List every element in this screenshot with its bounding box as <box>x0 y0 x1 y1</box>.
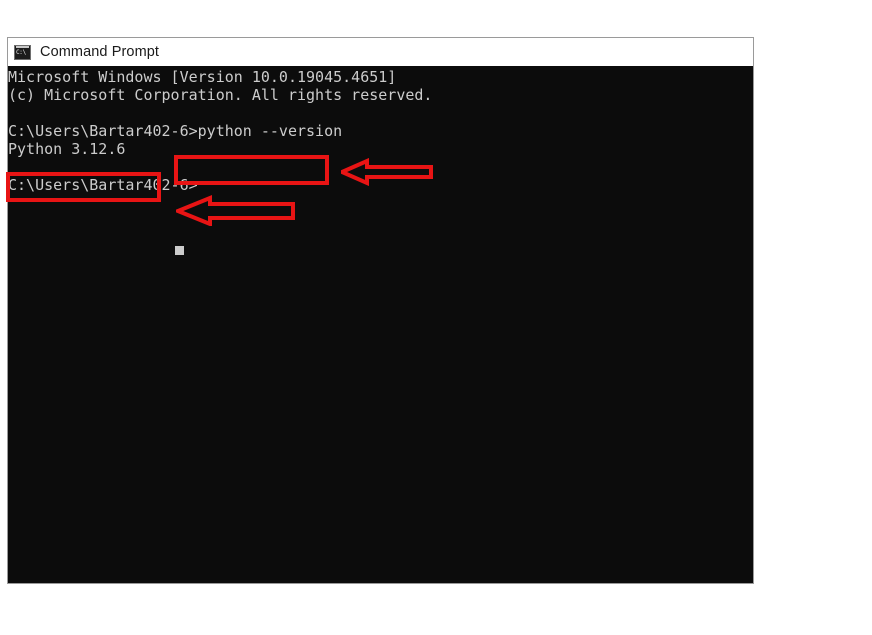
window-title-label: Command Prompt <box>40 44 160 60</box>
text-cursor-caret <box>175 246 184 255</box>
console-output-area[interactable]: Microsoft Windows [Version 10.0.19045.46… <box>8 66 753 583</box>
command-prompt-icon: C:\ <box>14 44 31 60</box>
command-prompt-window[interactable]: C:\ Command Prompt Microsoft Windows [Ve… <box>6 38 753 583</box>
window-title-bar[interactable]: C:\ Command Prompt <box>8 38 753 66</box>
console-text: Microsoft Windows [Version 10.0.19045.46… <box>8 68 433 194</box>
command-prompt-icon-glyph: C:\ <box>16 48 26 56</box>
